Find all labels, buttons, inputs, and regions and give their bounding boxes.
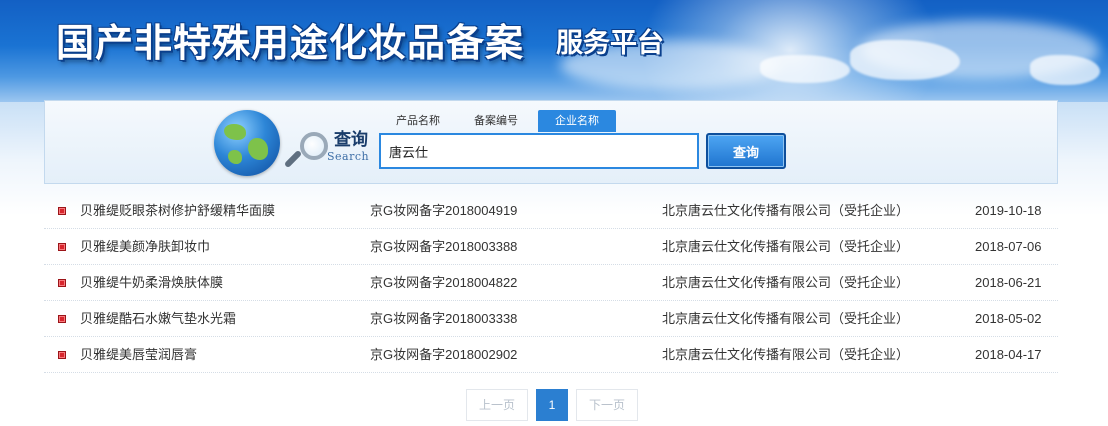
tab-product-name[interactable]: 产品名称 xyxy=(382,110,454,132)
product-name-link[interactable]: 贝雅缇牛奶柔滑焕肤体膜 xyxy=(80,265,380,300)
record-number: 京G妆网备字2018002902 xyxy=(370,347,518,362)
bullet-icon xyxy=(58,315,66,323)
bullet-icon xyxy=(58,207,66,215)
bullet-icon xyxy=(58,279,66,287)
banner-continent xyxy=(850,40,960,80)
result-row[interactable]: 贝雅缇贬眼茶树修护舒缓精华面膜 京G妆网备字2018004919 北京唐云仕文化… xyxy=(44,193,1058,229)
banner-continent xyxy=(1030,55,1100,85)
globe-icon xyxy=(214,110,280,176)
company-name: 北京唐云仕文化传播有限公司（受托企业） xyxy=(662,347,910,362)
record-number: 京G妆网备字2018004822 xyxy=(370,275,518,290)
next-page-button[interactable]: 下一页 xyxy=(576,389,638,421)
record-date: 2019-10-18 xyxy=(975,203,1042,218)
product-name-link[interactable]: 贝雅缇美唇莹润唇膏 xyxy=(80,337,380,372)
site-title: 国产非特殊用途化妆品备案 xyxy=(56,21,525,65)
product-name-link[interactable]: 贝雅缇酷石水嫩气垫水光霜 xyxy=(80,301,380,336)
result-row[interactable]: 贝雅缇酷石水嫩气垫水光霜 京G妆网备字2018003338 北京唐云仕文化传播有… xyxy=(44,301,1058,337)
company-name: 北京唐云仕文化传播有限公司（受托企业） xyxy=(662,311,910,326)
record-date: 2018-04-17 xyxy=(975,347,1042,362)
company-name: 北京唐云仕文化传播有限公司（受托企业） xyxy=(662,275,910,290)
product-name-link[interactable]: 贝雅缇贬眼茶树修护舒缓精华面膜 xyxy=(80,193,380,228)
header-banner: 国产非特殊用途化妆品备案 服务平台 xyxy=(0,0,1108,102)
bullet-icon xyxy=(58,243,66,251)
search-label-en: Search xyxy=(327,150,370,163)
company-name: 北京唐云仕文化传播有限公司（受托企业） xyxy=(662,203,910,218)
magnifier-icon xyxy=(300,132,328,160)
search-button[interactable]: 查询 xyxy=(706,133,786,169)
record-number: 京G妆网备字2018003338 xyxy=(370,311,518,326)
product-name-link[interactable]: 贝雅缇美颜净肤卸妆巾 xyxy=(80,229,380,264)
site-subtitle: 服务平台 xyxy=(556,28,664,59)
page-1-button[interactable]: 1 xyxy=(536,389,568,421)
record-date: 2018-06-21 xyxy=(975,275,1042,290)
result-row[interactable]: 贝雅缇美唇莹润唇膏 京G妆网备字2018002902 北京唐云仕文化传播有限公司… xyxy=(44,337,1058,373)
search-label: 查询 xyxy=(334,130,368,150)
banner-continent xyxy=(760,55,850,83)
record-number: 京G妆网备字2018003388 xyxy=(370,239,518,254)
record-date: 2018-07-06 xyxy=(975,239,1042,254)
search-input[interactable] xyxy=(379,133,699,169)
bullet-icon xyxy=(58,351,66,359)
result-row[interactable]: 贝雅缇牛奶柔滑焕肤体膜 京G妆网备字2018004822 北京唐云仕文化传播有限… xyxy=(44,265,1058,301)
tab-company-name[interactable]: 企业名称 xyxy=(538,110,616,132)
record-number: 京G妆网备字2018004919 xyxy=(370,203,518,218)
record-date: 2018-05-02 xyxy=(975,311,1042,326)
prev-page-button[interactable]: 上一页 xyxy=(466,389,528,421)
result-row[interactable]: 贝雅缇美颜净肤卸妆巾 京G妆网备字2018003388 北京唐云仕文化传播有限公… xyxy=(44,229,1058,265)
company-name: 北京唐云仕文化传播有限公司（受托企业） xyxy=(662,239,910,254)
tab-record-number[interactable]: 备案编号 xyxy=(459,110,533,132)
